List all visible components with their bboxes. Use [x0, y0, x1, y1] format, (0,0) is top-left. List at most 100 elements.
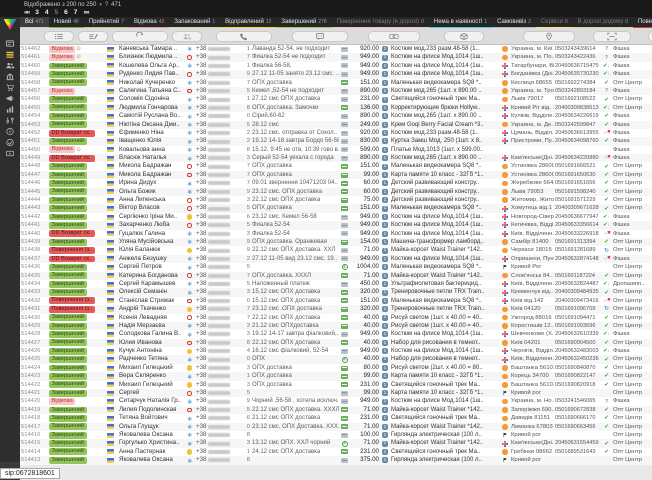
status-badge[interactable]: Завершений	[49, 63, 87, 70]
table-row[interactable]: 514444ЗавершенийАнна Липенська+38322.12 …	[20, 196, 652, 204]
status-badge[interactable]: Завершений	[49, 272, 87, 279]
table-row[interactable]: 514416ЗавершенийЯковалева Оксана+388100.…	[20, 431, 652, 439]
pager-first-button[interactable]: ««	[24, 9, 29, 16]
help-icon[interactable]: ?	[105, 2, 108, 8]
status-badge[interactable]: Завершений	[49, 314, 87, 321]
status-badge[interactable]: Завершений	[49, 281, 87, 288]
status-badge[interactable]: Завершений	[49, 373, 87, 380]
table-row[interactable]: 514417ЗавершенийОльга Глущук+38023.12 см…	[20, 423, 652, 431]
table-row[interactable]: 514419ЗавершенийЛилия Подолинская+38522.…	[20, 406, 652, 414]
status-badge[interactable]: Завершений	[49, 381, 87, 388]
sidebar-item-chart[interactable]	[2, 104, 18, 115]
filter-box[interactable]	[444, 31, 484, 42]
table-row[interactable]: 514438Повернення (з..Юлія Баланюк+38922.…	[20, 246, 652, 254]
status-badge[interactable]: DD Возврат ск..	[49, 230, 95, 237]
tab-return-transit[interactable]: Повернення товару (в дорозі)0	[332, 17, 429, 28]
status-badge[interactable]: Повернення (з..	[49, 247, 95, 254]
table-row[interactable]: 514422ЗавершенийМихаил Гилецький+383ОПХ …	[20, 381, 652, 389]
table-row[interactable]: 514441ЗавершенийЗахарченко Люба+385Фиалк…	[20, 221, 652, 229]
filter-users[interactable]	[172, 31, 202, 42]
filter-money[interactable]	[368, 31, 420, 42]
tab-packed[interactable]: Запакований1	[169, 17, 220, 28]
tab-refused[interactable]: Відмова42	[129, 17, 169, 28]
table-row[interactable]: 514418ЗавершенийТетяна Войтович+38621.12…	[20, 414, 652, 422]
sidebar-item-cart[interactable]	[2, 82, 18, 93]
pager-page-5[interactable]: 5	[54, 9, 58, 16]
status-badge[interactable]: Завершений	[49, 214, 87, 221]
table-row[interactable]: 514447ЗавершенийМикола Бадражан+387ОПХ д…	[20, 171, 652, 179]
table-row[interactable]: 514433ЗавершенийОлексій Семанін+38315.12…	[20, 288, 652, 296]
table-row[interactable]: 514452DD Возврат ск..Єфименко Ніна+38223…	[20, 129, 652, 137]
sidebar-item-sliders[interactable]	[2, 115, 18, 126]
table-row[interactable]: 514429ЗавершенийНадія Мерзаєва+38321.12 …	[20, 322, 652, 330]
filter-pin[interactable]	[523, 31, 575, 42]
status-badge[interactable]: Завершений	[49, 264, 87, 271]
status-badge[interactable]: Завершений	[49, 339, 87, 346]
table-row[interactable]: 514431Повернення (з..Андрій Ткаченко+387…	[20, 305, 652, 313]
table-row[interactable]: 514435ЗавершенийКатерина Богданова+387ОП…	[20, 272, 652, 280]
status-badge[interactable]: Завершений	[49, 415, 87, 422]
status-badge[interactable]: Завершений	[49, 104, 87, 111]
table-row[interactable]: 514449DD Возврат ск..Власюк Наталья+383С…	[20, 154, 652, 162]
status-badge[interactable]: Завершений	[49, 163, 87, 170]
table-row[interactable]: 514423ЗавершенийВера Скляренко+381ОПХ до…	[20, 372, 652, 380]
table-row[interactable]: 514420ВідмоваСитарчук Наталія Гр..+389Чо…	[20, 397, 652, 405]
status-badge[interactable]: Завершений	[49, 96, 87, 103]
table-row[interactable]: 514413ЗавершенийЯковалева Оксана+388375.…	[20, 456, 652, 464]
table-row[interactable]: 514443ЗавершенийВіктор Власов+385ОПХ дос…	[20, 204, 652, 212]
pager-page-3[interactable]: 3	[35, 9, 39, 16]
status-badge[interactable]: Відмова	[49, 398, 75, 405]
status-badge[interactable]: DD Возврат ск..	[49, 256, 95, 263]
tab-shipped[interactable]: Відправлений12	[220, 17, 276, 28]
table-row[interactable]: 514456ЗавершенийСоломія Сідоніна+38127.1…	[20, 95, 652, 103]
sidebar-item-users[interactable]	[2, 60, 18, 71]
table-row[interactable]: 514455ЗавершенийЛюдмила Гончарова+388ОПХ…	[20, 104, 652, 112]
status-badge[interactable]: Повернення (з..	[49, 306, 95, 313]
status-badge[interactable]: DD Возврат ск..	[49, 155, 95, 162]
status-badge[interactable]: Відмова	[49, 88, 75, 95]
filter-pencil[interactable]	[78, 31, 108, 42]
table-row[interactable]: 514448ЗавершенийМикола Бадражан+387ОПХ д…	[20, 162, 652, 170]
table-row[interactable]: 514454ЗавершенийСамотій Руслана Во..+380…	[20, 112, 652, 120]
filter-scan[interactable]	[593, 31, 631, 42]
table-row[interactable]: 514421ЗавершенийСергей+38599.001Карта па…	[20, 389, 652, 397]
tab-out-of-stock[interactable]: Нема в наявності1	[429, 17, 492, 28]
tab-accepted[interactable]: Прийнятий7	[84, 17, 129, 28]
status-badge[interactable]: Завершений	[49, 423, 87, 430]
table-row[interactable]: 514450Відмова⊙Ковальова анна+38815.12. 9…	[20, 146, 652, 154]
status-badge[interactable]: Завершений	[49, 79, 87, 86]
tab-on-way-home[interactable]: В дорозі додому0	[573, 17, 633, 28]
table-row[interactable]: 514445ЗавершенийОльга Божик+38923.12 смс…	[20, 188, 652, 196]
filter-chat[interactable]	[292, 31, 348, 42]
table-row[interactable]: 514462Відмова⊙Каневська Тамара ..+381Лав…	[20, 45, 652, 53]
status-badge[interactable]: Завершений	[49, 71, 87, 78]
table-row[interactable]: 514442ЗавершенийСергіюнко Іріна Ми..+386…	[20, 213, 652, 221]
status-badge[interactable]: Завершений	[49, 222, 87, 229]
tab-returned[interactable]: Повернуті	[633, 17, 652, 28]
status-badge[interactable]: Відмова	[49, 46, 75, 53]
table-row[interactable]: 514430ЗавершенийКсенія Левадняя+38722.12…	[20, 314, 652, 322]
table-row[interactable]: 514424ЗавершенийМихаил Гилецький+383ОПХ …	[20, 364, 652, 372]
status-badge[interactable]: Завершений	[49, 121, 87, 128]
status-badge[interactable]: Завершений	[49, 289, 87, 296]
table-row[interactable]: 514459ЗавершенийРуденко Лидия Пав..+3892…	[20, 70, 652, 78]
table-row[interactable]: 514436ЗавершенийСергей Петров+385$1004.0…	[20, 263, 652, 271]
sidebar-item-megaphone[interactable]	[2, 93, 18, 104]
status-badge[interactable]: Завершений	[49, 180, 87, 187]
pager-page-4[interactable]: 4	[45, 9, 49, 16]
status-badge[interactable]: Завершений	[49, 205, 87, 212]
table-row[interactable]: 514434ЗавершенийСергей Карамышев+385Нало…	[20, 280, 652, 288]
status-badge[interactable]: Завершений	[49, 239, 87, 246]
table-row[interactable]: 514458ЗавершенийНиколай Кучеренко+387ОПХ…	[20, 79, 652, 87]
pager-last-button[interactable]: »»	[83, 9, 88, 16]
status-badge[interactable]: Завершений	[49, 356, 87, 363]
tab-completed[interactable]: Завершений278	[276, 17, 331, 28]
table-row[interactable]: 514425ЗавершенийРадченко Тетяна+380ОПХ$4…	[20, 355, 652, 363]
status-badge[interactable]: Завершений	[49, 348, 87, 355]
table-row[interactable]: 514439ЗавершенийУляна Мусійовська+389ОПХ…	[20, 238, 652, 246]
table-row[interactable]: 514428ЗавершенийСолодкова Галина В..+383…	[20, 330, 652, 338]
chevron-down-icon[interactable]: ▾	[99, 2, 102, 8]
status-badge[interactable]: DD Возврат ск..	[49, 130, 95, 137]
status-badge[interactable]: Завершений	[49, 457, 87, 464]
table-row[interactable]: 514427ЗавершенийЮлия Иванова+38822.12 см…	[20, 339, 652, 347]
